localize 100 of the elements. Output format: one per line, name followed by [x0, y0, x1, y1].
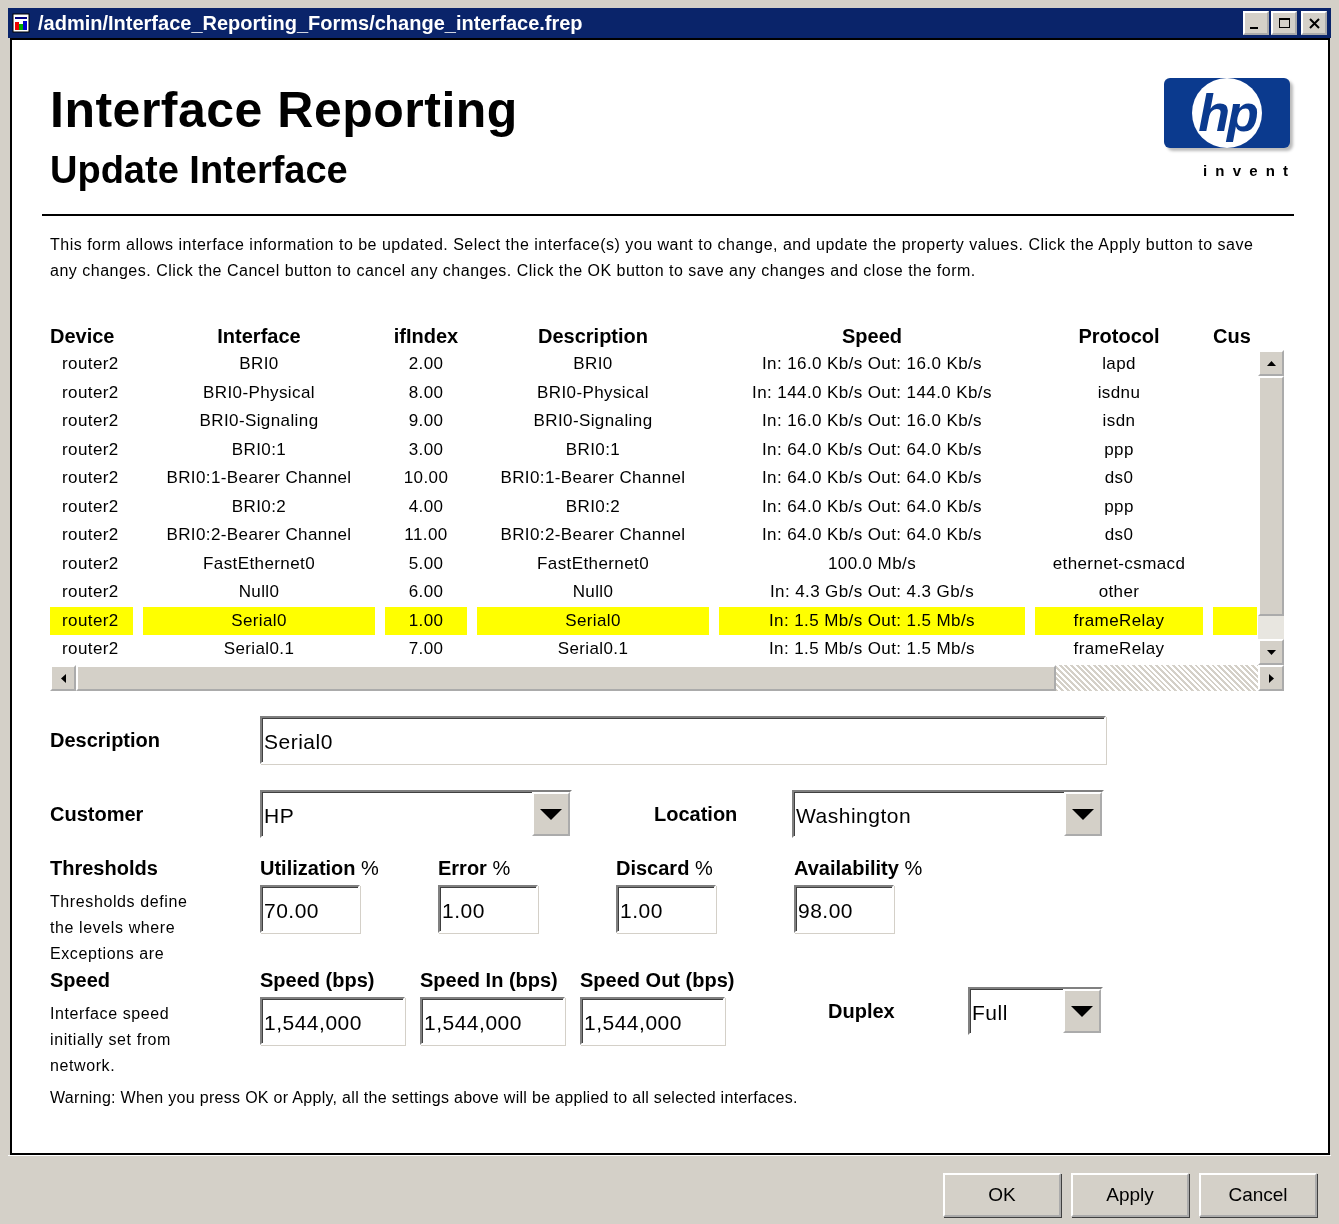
table-cell[interactable]: BRI0:2-Bearer Channel [477, 521, 709, 550]
table-cell[interactable]: frameRelay [1035, 606, 1203, 635]
input-field[interactable]: 1,544,000 [260, 997, 405, 1045]
vertical-scrollbar[interactable] [1258, 350, 1284, 665]
table-cell[interactable]: 11.00 [385, 521, 467, 550]
arrow-down-icon [1265, 648, 1277, 656]
dialog-button[interactable]: Apply [1071, 1173, 1189, 1217]
table-cell[interactable]: Serial0 [477, 606, 709, 635]
table-cell[interactable]: In: 4.3 Gb/s Out: 4.3 Gb/s [719, 578, 1025, 607]
dialog-button[interactable]: OK [943, 1173, 1061, 1217]
table-cell[interactable]: router2 [50, 549, 133, 578]
scroll-up-button[interactable] [1258, 350, 1284, 376]
table-cell[interactable]: 5.00 [385, 549, 467, 578]
horizontal-scrollbar[interactable] [50, 665, 1284, 691]
table-cell[interactable]: Serial0 [143, 606, 375, 635]
table-cell[interactable]: BRI0:1-Bearer Channel [477, 464, 709, 493]
table-cell[interactable]: frameRelay [1035, 635, 1203, 664]
table-cell[interactable]: BRI0 [143, 350, 375, 379]
field-label: Location [654, 802, 739, 826]
table-cell[interactable]: 4.00 [385, 492, 467, 521]
table-cell[interactable]: BRI0:1-Bearer Channel [143, 464, 375, 493]
table-cell[interactable]: BRI0-Physical [143, 378, 375, 407]
table-cell[interactable]: BRI0:2 [477, 492, 709, 521]
table-cell[interactable]: Null0 [143, 578, 375, 607]
input-field[interactable]: 70.00 [260, 885, 360, 933]
column-header: ifIndex [392, 324, 460, 349]
table-cell[interactable]: BRI0-Signaling [143, 407, 375, 436]
table-cell[interactable]: isdn [1035, 407, 1203, 436]
input-field[interactable]: 1,544,000 [580, 997, 725, 1045]
table-cell[interactable]: BRI0:2 [143, 492, 375, 521]
section-note: Thresholds define the levels where Exceptions are [50, 892, 189, 964]
table-cell[interactable]: ethernet-csmacd [1035, 549, 1203, 578]
table-cell[interactable]: BRI0 [477, 350, 709, 379]
table-cell[interactable]: router2 [50, 407, 133, 436]
table-cell[interactable]: router2 [50, 578, 133, 607]
table-cell[interactable]: In: 1.5 Mb/s Out: 1.5 Mb/s [719, 606, 1025, 635]
table-cell[interactable]: 6.00 [385, 578, 467, 607]
input-field[interactable]: Serial0 [260, 716, 1106, 764]
table-cell[interactable]: router2 [50, 435, 133, 464]
minimize-button[interactable] [1243, 11, 1269, 35]
dropdown-field[interactable]: Washington [792, 790, 1104, 838]
table-cell[interactable]: ds0 [1035, 521, 1203, 550]
table-cell[interactable]: In: 1.5 Mb/s Out: 1.5 Mb/s [719, 635, 1025, 664]
dropdown-field[interactable]: HP [260, 790, 572, 838]
table-cell[interactable]: In: 64.0 Kb/s Out: 64.0 Kb/s [719, 521, 1025, 550]
maximize-button[interactable] [1271, 11, 1297, 35]
table-cell[interactable]: In: 16.0 Kb/s Out: 16.0 Kb/s [719, 407, 1025, 436]
table-cell[interactable]: ppp [1035, 492, 1203, 521]
table-cell[interactable]: isdnu [1035, 378, 1203, 407]
scroll-down-button[interactable] [1258, 639, 1284, 665]
dropdown-field[interactable]: Full [968, 987, 1103, 1035]
table-cell[interactable]: BRI0:1 [143, 435, 375, 464]
input-field[interactable]: 1,544,000 [420, 997, 565, 1045]
table-cell[interactable]: router2 [50, 635, 133, 664]
scroll-left-button[interactable] [50, 665, 76, 691]
table-cell[interactable]: In: 64.0 Kb/s Out: 64.0 Kb/s [719, 464, 1025, 493]
table-cell[interactable]: 8.00 [385, 378, 467, 407]
table-cell[interactable]: Null0 [477, 578, 709, 607]
table-cell[interactable]: FastEthernet0 [143, 549, 375, 578]
table-cell[interactable]: BRI0:2-Bearer Channel [143, 521, 375, 550]
table-cell[interactable]: router2 [50, 350, 133, 379]
table-cell[interactable]: Serial0.1 [477, 635, 709, 664]
table-cell[interactable]: 1.00 [385, 606, 467, 635]
table-cell[interactable] [1213, 606, 1257, 635]
scroll-thumb[interactable] [76, 665, 1056, 691]
close-button[interactable] [1301, 11, 1327, 35]
logo: hp [1164, 78, 1290, 148]
table-cell[interactable]: In: 16.0 Kb/s Out: 16.0 Kb/s [719, 350, 1025, 379]
table-cell[interactable]: FastEthernet0 [477, 549, 709, 578]
input-field[interactable]: 1.00 [438, 885, 538, 933]
table-cell[interactable]: Serial0.1 [143, 635, 375, 664]
table-cell[interactable]: 9.00 [385, 407, 467, 436]
table-cell[interactable]: router2 [50, 378, 133, 407]
dialog-button[interactable]: Cancel [1199, 1173, 1317, 1217]
table-cell[interactable]: BRI0-Signaling [477, 407, 709, 436]
input-field[interactable]: 1.00 [616, 885, 716, 933]
table-cell[interactable]: In: 64.0 Kb/s Out: 64.0 Kb/s [719, 492, 1025, 521]
table-cell[interactable]: router2 [50, 606, 133, 635]
scroll-thumb[interactable] [1258, 376, 1284, 616]
table-cell[interactable]: BRI0:1 [477, 435, 709, 464]
caret-icon [1072, 808, 1094, 820]
table-cell[interactable]: 2.00 [385, 350, 467, 379]
table-cell[interactable]: router2 [50, 521, 133, 550]
scroll-right-button[interactable] [1258, 665, 1284, 691]
table-cell[interactable]: In: 144.0 Kb/s Out: 144.0 Kb/s [719, 378, 1025, 407]
section-label: Speed [50, 968, 112, 993]
table-cell[interactable]: 7.00 [385, 635, 467, 664]
table-cell[interactable]: BRI0-Physical [477, 378, 709, 407]
table-cell[interactable]: In: 64.0 Kb/s Out: 64.0 Kb/s [719, 435, 1025, 464]
table-cell[interactable]: router2 [50, 464, 133, 493]
table-cell[interactable]: other [1035, 578, 1203, 607]
input-field[interactable]: 98.00 [794, 885, 894, 933]
table-cell[interactable]: 10.00 [385, 464, 467, 493]
table-cell[interactable]: lapd [1035, 350, 1203, 379]
table-cell[interactable]: 100.0 Mb/s [719, 549, 1025, 578]
table-cell[interactable]: ppp [1035, 435, 1203, 464]
table-cell[interactable]: 3.00 [385, 435, 467, 464]
table-cell[interactable]: ds0 [1035, 464, 1203, 493]
table-cell[interactable]: router2 [50, 492, 133, 521]
column-header: Protocol [1077, 324, 1161, 349]
